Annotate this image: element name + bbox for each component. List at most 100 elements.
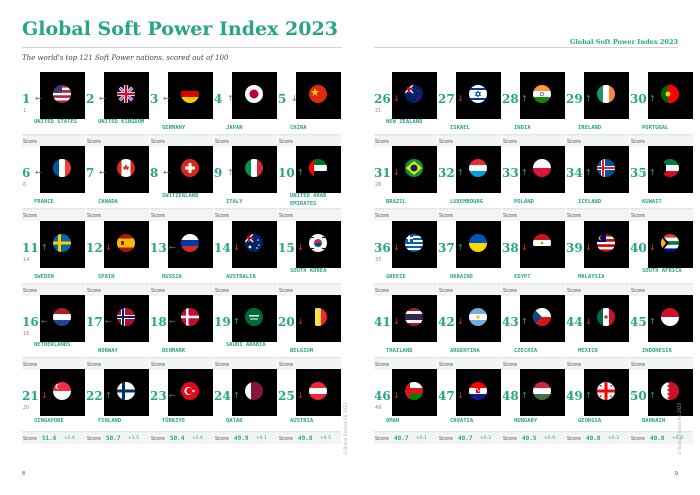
- country-card: 8 ← SWITZERLAND Score: [150, 146, 213, 221]
- country-name: SWEDEN: [34, 274, 54, 280]
- flag-pt-icon: [661, 85, 679, 103]
- country-card: 34 ↑ ICELAND Score: [566, 146, 629, 221]
- country-card: 44 ↓ MEXICO Score: [566, 295, 629, 370]
- flag-id-icon: [661, 308, 679, 326]
- rank-number: 10: [278, 166, 295, 180]
- rank-change-same-icon: ←: [35, 94, 42, 103]
- score-label: Score: [151, 362, 166, 368]
- flag-cn-icon: [309, 85, 327, 103]
- previous-rank: 20: [23, 405, 30, 411]
- score-value: 51.6: [42, 435, 57, 442]
- country-card: 17 ← NORWAY Score: [86, 295, 149, 370]
- rank-change-up-icon: ↑: [649, 94, 656, 103]
- country-name: NORWAY: [98, 348, 118, 354]
- page-title: Global Soft Power Index 2023: [22, 18, 338, 40]
- flag-no-icon: [117, 308, 135, 326]
- country-card: 11 ↑ 14 SWEDEN Score: [22, 221, 85, 296]
- rank-number: 44: [566, 315, 583, 329]
- score-label: Score: [87, 436, 102, 442]
- score-label: Score: [503, 362, 518, 368]
- rank-change-up-icon: ↑: [521, 391, 528, 400]
- country-card: 43 ↑ CZECHIA Score: [502, 295, 565, 370]
- country-card: 9 ↑ ITALY Score: [214, 146, 277, 221]
- rank-change-down-icon: ↓: [233, 243, 240, 252]
- rank-number: 29: [566, 92, 583, 106]
- rank-number: 46: [374, 389, 391, 403]
- rank-number: 32: [438, 166, 455, 180]
- score-value: 50.4: [170, 435, 185, 442]
- country-name: MALAYSIA: [578, 274, 605, 280]
- country-name: SWITZERLAND: [162, 193, 199, 199]
- rank-change-down-icon: ↓: [393, 317, 400, 326]
- country-name: RUSSIA: [162, 274, 182, 280]
- country-card: 18 ← DENMARK Score: [150, 295, 213, 370]
- score-change: +4.5: [320, 436, 331, 441]
- rank-change-same-icon: ←: [163, 94, 170, 103]
- score-label: Score: [375, 362, 390, 368]
- country-name: BELGIUM: [290, 348, 314, 354]
- country-card: 25 ↓ AUSTRIA Score 49.8 +4.5: [278, 369, 341, 444]
- country-name: INDIA: [514, 125, 531, 131]
- rank-number: 47: [438, 389, 455, 403]
- flag-nz-icon: [405, 85, 423, 103]
- rank-number: 34: [566, 166, 583, 180]
- country-card: 48 ↑ HUNGARY Score 40.5 +0.9: [502, 369, 565, 444]
- score-label: Score: [279, 436, 294, 442]
- country-name: UNITED STATES: [34, 119, 78, 125]
- country-name: SOUTH KOREA: [290, 268, 327, 274]
- score-label: Score: [503, 213, 518, 219]
- score-label: Score: [151, 288, 166, 294]
- flag-hr-icon: [469, 382, 487, 400]
- title-divider: [22, 47, 342, 48]
- flag-jp-icon: [245, 85, 263, 103]
- rank-change-same-icon: ←: [169, 317, 176, 326]
- rank-change-down-icon: ↓: [393, 168, 400, 177]
- country-card: 38 ↓ EGYPT Score: [502, 221, 565, 296]
- flag-uk-icon: [117, 85, 135, 103]
- country-name: CANADA: [98, 199, 118, 205]
- country-name: QATAR: [226, 418, 243, 424]
- country-name: FINLAND: [98, 418, 122, 424]
- rank-change-up-icon: ↑: [585, 168, 592, 177]
- rank-change-up-icon: ↑: [521, 168, 528, 177]
- right-page: Global Soft Power Index 2023 26 ↓ 21 NEW…: [350, 0, 700, 495]
- rank-number: 36: [374, 241, 391, 255]
- rank-number: 18: [150, 315, 167, 329]
- score-label: Score: [631, 288, 646, 294]
- score-label: Score: [279, 362, 294, 368]
- flag-ru-icon: [181, 234, 199, 252]
- flag-ar-icon: [469, 308, 487, 326]
- country-card: 47 ↓ CROATIA Score 40.7 +0.3: [438, 369, 501, 444]
- rank-change-down-icon: ↓: [457, 317, 464, 326]
- score-label: Score: [215, 213, 230, 219]
- flag-ie-icon: [597, 85, 615, 103]
- country-card: 40 ↓ SOUTH AFRICA Score: [630, 221, 693, 296]
- country-name: POLAND: [514, 199, 534, 205]
- country-card: 46 ↓ 49 OMAN Score 40.7 +0.1: [374, 369, 437, 444]
- flag-panel: [168, 72, 213, 119]
- flag-in-icon: [533, 85, 551, 103]
- score-label: Score: [215, 436, 230, 442]
- score-label: Score: [439, 213, 454, 219]
- score-label: Score: [567, 436, 582, 442]
- country-card: 49 ↑ GEORGIA Score 40.0 +0.3: [566, 369, 629, 444]
- rank-number: 16: [22, 315, 39, 329]
- flag-se-icon: [53, 234, 71, 252]
- rank-change-same-icon: ←: [163, 168, 170, 177]
- flag-za-icon: [661, 234, 679, 252]
- flag-dk-icon: [181, 308, 199, 326]
- rank-change-down-icon: ↓: [649, 243, 656, 252]
- country-card: 30 ↑ PORTUGAL Score: [630, 72, 693, 147]
- rank-change-down-icon: ↓: [585, 243, 592, 252]
- rank-change-up-icon: ↑: [585, 391, 592, 400]
- rank-number: 33: [502, 166, 519, 180]
- country-card: 14 ↓ AUSTRALIA Score: [214, 221, 277, 296]
- previous-rank: 49: [375, 405, 382, 411]
- rank-number: 41: [374, 315, 391, 329]
- previous-rank: 6: [23, 182, 27, 188]
- score-value: 40.5: [522, 435, 537, 442]
- score-label: Score: [87, 139, 102, 145]
- country-card: 36 ↓ 33 GREECE Score: [374, 221, 437, 296]
- country-name: INDONESIA: [642, 348, 672, 354]
- score-label: Score: [375, 213, 390, 219]
